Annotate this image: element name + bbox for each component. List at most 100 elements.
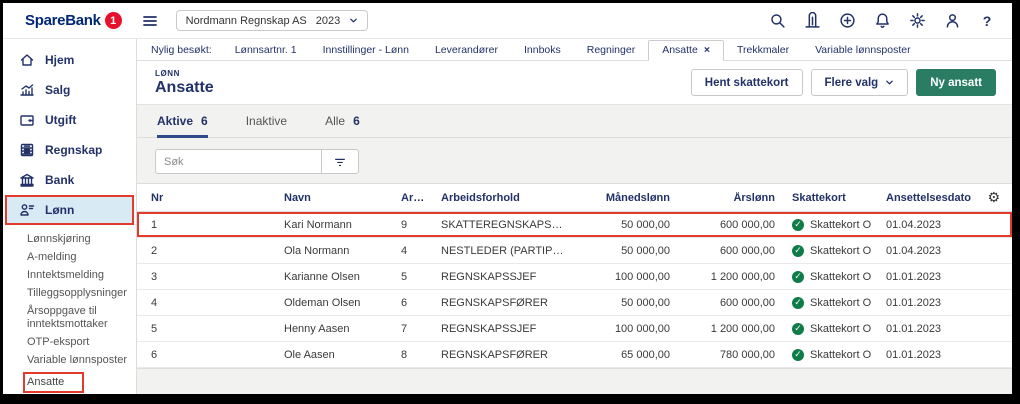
search-row [155, 149, 359, 174]
skattekort-status-text: Skattekort OK [810, 244, 872, 257]
gear-icon[interactable] [908, 12, 926, 30]
cell-skattekort: ✓ Skattekort OK [777, 322, 872, 335]
column-header-arbeidsforhold[interactable]: Arbeidsforhold [427, 192, 567, 204]
brand-badge-1: 1 [104, 12, 122, 29]
filter-tab-alle[interactable]: Alle 6 [325, 114, 360, 138]
column-header-dato[interactable]: Ansettelsesdato [872, 192, 987, 204]
sidebar-item-label: Utgift [45, 113, 77, 127]
recent-tab-l-nnsartnr-1[interactable]: Lønnsartnr. 1 [222, 41, 310, 60]
brand-wordmark: SpareBank [25, 12, 101, 29]
cell-manedslonn: 100 000,00 [614, 270, 670, 283]
check-circle-icon: ✓ [792, 322, 804, 335]
sidebar-subitem-a-melding[interactable]: A-melding [27, 251, 136, 264]
table-header-row: Nr Navn Arb... Arbeidsforhold Månedslønn Årsl… [137, 184, 1012, 212]
search-input[interactable] [155, 149, 321, 174]
recent-tab-leverand-rer[interactable]: Leverandører [422, 41, 511, 60]
hent-skattekort-button[interactable]: Hent skattekort [690, 69, 803, 96]
column-header-manedslonn[interactable]: Månedslønn [567, 192, 672, 204]
sidebar-item-hjem[interactable]: Hjem [5, 45, 134, 75]
chevron-down-icon [350, 18, 358, 23]
filter-tab-inaktive[interactable]: Inaktive [246, 114, 287, 138]
plus-circle-icon[interactable] [838, 12, 856, 30]
sidebar-subitem-tilleggsopplysninger[interactable]: Tilleggsopplysninger [27, 287, 136, 300]
chevron-down-icon [886, 80, 894, 85]
cell-navn: Ole Aasen [284, 348, 335, 361]
building-icon[interactable] [803, 12, 821, 30]
check-circle-icon: ✓ [792, 244, 804, 257]
filter-tab-label: Alle [325, 114, 346, 128]
bell-icon[interactable] [873, 12, 891, 30]
cell-arslonn: 600 000,00 [719, 296, 775, 309]
sidebar-subitem-inntektsmelding[interactable]: Inntektsmelding [27, 269, 136, 282]
sidebar-subitem-ansatte[interactable]: Ansatte [23, 372, 85, 393]
table-row-employee-3[interactable]: 3 Karianne Olsen 5 REGNSKAPSSJEF 100 000,00 1… [137, 264, 1012, 290]
cell-navn: Oldeman Olsen [284, 296, 361, 309]
help-icon[interactable]: ? [978, 12, 996, 30]
recent-tab-label: Ansatte [662, 44, 698, 56]
sidebar-item-lønn[interactable]: Lønn [5, 195, 134, 225]
recent-tab-variable-l-nnsposter[interactable]: Variable lønnsposter [802, 41, 924, 60]
search-icon[interactable] [768, 12, 786, 30]
wallet-icon [19, 112, 35, 128]
sidebar-item-utgift[interactable]: Utgift [5, 105, 134, 135]
filter-tab-aktive[interactable]: Aktive 6 [157, 114, 208, 138]
column-header-arb[interactable]: Arb... [387, 192, 427, 204]
sidebar-item-label: Salg [45, 83, 71, 97]
sidebar-subitem-lønnskjøring[interactable]: Lønnskjøring [27, 233, 136, 246]
cell-dato: 01.01.2023 [886, 270, 942, 283]
profile-icon[interactable] [943, 12, 961, 30]
ny-ansatt-button[interactable]: Ny ansatt [916, 69, 996, 96]
filter-button[interactable] [321, 149, 359, 174]
hamburger-menu-icon[interactable] [142, 13, 158, 29]
cell-arbeidsforhold: REGNSKAPSSJEF [441, 322, 537, 335]
recent-tab-trekkmaler[interactable]: Trekkmaler [724, 41, 802, 60]
skattekort-status-text: Skattekort OK [810, 270, 872, 283]
recent-tab-regninger[interactable]: Regninger [574, 41, 648, 60]
column-header-navn[interactable]: Navn [270, 192, 387, 204]
filter-tab-label: Aktive [157, 114, 194, 128]
sidebar-subitem-variable-lønnsposter[interactable]: Variable lønnsposter [27, 354, 136, 367]
home-icon [19, 52, 35, 68]
table-row-employee-6[interactable]: 6 Ole Aasen 8 REGNSKAPSFØRER 65 000,00 780 00… [137, 342, 1012, 368]
cell-dato: 01.04.2023 [886, 244, 942, 257]
content-area: Aktive 6 Inaktive Alle 6 NrNavnArb...Arbeids… [137, 104, 1012, 394]
tab-close-icon[interactable]: × [704, 44, 710, 56]
table-row-employee-4[interactable]: 4 Oldeman Olsen 6 REGNSKAPSFØRER 50 000,00 60… [137, 290, 1012, 316]
table-row-employee-1[interactable]: 1 Kari Normann 9 SKATTEREGNSKAPSSJEF 50 000,… [137, 212, 1012, 238]
cell-manedslonn: 50 000,00 [621, 218, 670, 231]
cell-nr: 4 [151, 296, 158, 309]
check-circle-icon: ✓ [792, 218, 804, 231]
recent-tab-innboks[interactable]: Innboks [511, 41, 574, 60]
cell-dato: 01.01.2023 [886, 322, 942, 335]
table-row-employee-2[interactable]: 2 Ola Normann 4 NESTLEDER (PARTIPOLITISKE …… [137, 238, 1012, 264]
cell-skattekort: ✓ Skattekort OK [777, 218, 872, 231]
column-header-skattekort[interactable]: Skattekort [777, 192, 872, 204]
recent-tab-ansatte[interactable]: Ansatte × [648, 40, 724, 61]
recent-tab-innstillinger-l-nn[interactable]: Innstillinger - Lønn [310, 41, 422, 60]
breadcrumb-eyebrow: LØNN [155, 68, 181, 78]
cell-arbeidsforhold: REGNSKAPSFØRER [441, 348, 548, 361]
sidebar-item-regnskap[interactable]: Regnskap [5, 135, 134, 165]
sidebar-item-bank[interactable]: Bank [5, 165, 134, 195]
check-circle-icon: ✓ [792, 348, 804, 361]
flere-valg-button[interactable]: Flere valg [810, 69, 909, 96]
sparebank-logo[interactable]: SpareBank 1 [25, 12, 122, 29]
check-circle-icon: ✓ [792, 270, 804, 283]
table-row-employee-5[interactable]: 5 Henny Aasen 7 REGNSKAPSSJEF 100 000,00 1 20… [137, 316, 1012, 342]
sidebar-item-salg[interactable]: Salg [5, 75, 134, 105]
cell-nr: 6 [151, 348, 158, 361]
sidebar-subitem-otp-eksport[interactable]: OTP-eksport [27, 336, 136, 349]
cell-navn: Karianne Olsen [284, 270, 360, 283]
company-selector[interactable]: Nordmann Regnskap AS 2023 [175, 10, 369, 31]
cell-manedslonn: 50 000,00 [621, 296, 670, 309]
recent-tab-label: Leverandører [434, 44, 498, 56]
column-header-arslonn[interactable]: Årslønn [672, 192, 777, 204]
table-settings-gear-icon[interactable]: ⚙ [987, 190, 1000, 206]
sidebar-subitem-årsoppgave-til-inntektsmottaker[interactable]: Årsoppgave til inntektsmottaker [27, 305, 136, 331]
cell-manedslonn: 100 000,00 [614, 322, 670, 335]
cell-dato: 01.04.2023 [886, 218, 942, 231]
cell-nr: 1 [151, 218, 158, 231]
column-header-nr[interactable]: Nr [137, 192, 270, 204]
cell-dato: 01.01.2023 [886, 296, 942, 309]
cell-skattekort: ✓ Skattekort OK [777, 296, 872, 309]
